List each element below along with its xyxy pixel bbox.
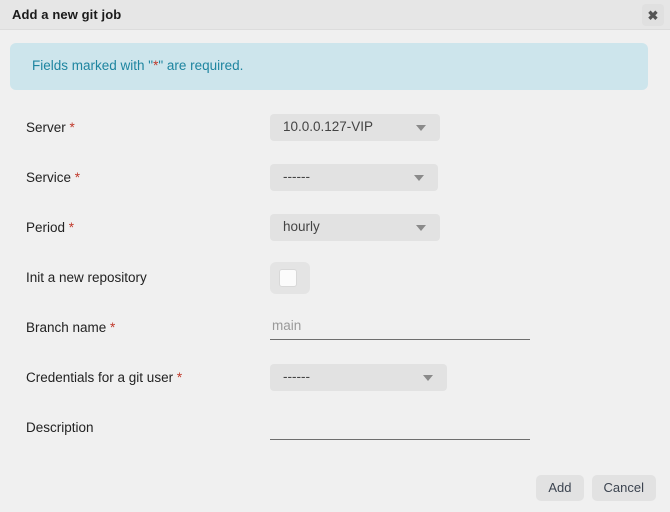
input-branch-name[interactable] bbox=[270, 314, 530, 340]
form-row-period: Period * hourly bbox=[0, 214, 670, 244]
close-icon: ✖ bbox=[647, 7, 659, 23]
banner-text-before: Fields marked with " bbox=[32, 58, 154, 73]
select-value-service: ------ bbox=[283, 169, 310, 184]
label-init-repository: Init a new repository bbox=[26, 270, 147, 285]
required-fields-banner: Fields marked with "*" are required. bbox=[10, 43, 648, 90]
banner-text-after: " are required. bbox=[158, 58, 244, 73]
select-value-period: hourly bbox=[283, 219, 320, 234]
cancel-button[interactable]: Cancel bbox=[591, 475, 656, 501]
chevron-down-icon bbox=[423, 375, 433, 381]
required-star-credentials: * bbox=[173, 370, 183, 385]
checkbox-init-repository[interactable] bbox=[270, 262, 310, 294]
label-period: Period * bbox=[26, 220, 75, 235]
select-period[interactable]: hourly bbox=[270, 214, 440, 241]
chevron-down-icon bbox=[416, 225, 426, 231]
dialog-title: Add a new git job bbox=[12, 7, 122, 22]
form-row-description: Description bbox=[0, 414, 670, 444]
select-value-credentials: ------ bbox=[283, 369, 310, 384]
label-description: Description bbox=[26, 420, 94, 435]
dialog-footer: Add Cancel bbox=[536, 475, 656, 501]
label-server: Server * bbox=[26, 120, 75, 135]
input-description[interactable] bbox=[270, 414, 530, 440]
required-star-service: * bbox=[71, 170, 81, 185]
form-row-branch-name: Branch name * bbox=[0, 314, 670, 344]
required-star-branch-name: * bbox=[106, 320, 116, 335]
add-button[interactable]: Add bbox=[536, 475, 584, 501]
label-credentials: Credentials for a git user * bbox=[26, 370, 183, 385]
form-row-server: Server * 10.0.0.127-VIP bbox=[0, 114, 670, 144]
select-credentials[interactable]: ------ bbox=[270, 364, 447, 391]
select-service[interactable]: ------ bbox=[270, 164, 438, 191]
label-service: Service * bbox=[26, 170, 81, 185]
dialog-titlebar: Add a new git job ✖ bbox=[0, 0, 670, 30]
required-star-period: * bbox=[65, 220, 75, 235]
form-row-init-repository: Init a new repository bbox=[0, 262, 670, 294]
select-value-server: 10.0.0.127-VIP bbox=[283, 119, 374, 134]
checkbox-box-icon bbox=[279, 269, 297, 287]
chevron-down-icon bbox=[416, 125, 426, 131]
chevron-down-icon bbox=[414, 175, 424, 181]
close-button[interactable]: ✖ bbox=[642, 4, 664, 26]
select-server[interactable]: 10.0.0.127-VIP bbox=[270, 114, 440, 141]
add-git-job-dialog: Add a new git job ✖ Fields marked with "… bbox=[0, 0, 670, 512]
required-star-server: * bbox=[65, 120, 75, 135]
form-row-service: Service * ------ bbox=[0, 164, 670, 194]
label-branch-name: Branch name * bbox=[26, 320, 116, 335]
required-fields-banner-text: Fields marked with "*" are required. bbox=[32, 58, 243, 73]
form-row-credentials: Credentials for a git user * ------ bbox=[0, 364, 670, 394]
